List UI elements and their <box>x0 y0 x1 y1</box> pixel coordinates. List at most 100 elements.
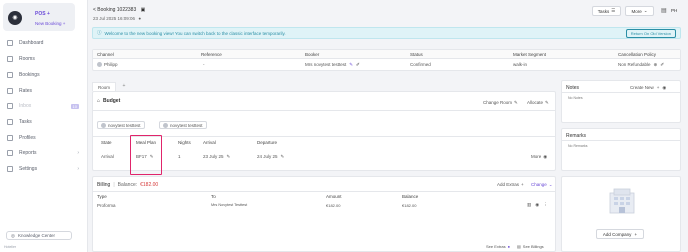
new-booking-link[interactable]: New Booking + <box>35 21 65 26</box>
change-button[interactable]: Change ⌄ <box>531 182 553 188</box>
guest-chip[interactable]: novytest testtest <box>97 121 145 129</box>
departure-cell[interactable]: 24 July 25 ✎ <box>257 154 284 160</box>
user-icon <box>163 122 168 128</box>
header-cancellation-policy: Cancellation Policy <box>618 52 657 57</box>
bed-icon <box>7 56 13 62</box>
header-to: To <box>211 194 216 199</box>
info-banner: ⓘ Welcome to the new booking view! You c… <box>92 27 681 39</box>
divider <box>93 136 555 137</box>
sidebar-item-label: Inbox <box>19 103 32 109</box>
sidebar-item-label: Profiles <box>19 135 36 141</box>
remarks-panel: Remarks No Remarks <box>561 128 681 171</box>
booking-title[interactable]: < Booking 1022383 ▣ <box>93 7 145 13</box>
notes-title: Notes <box>566 85 580 91</box>
billing-panel: Billing | Balance: €182.00 Add Extras + C… <box>92 176 556 252</box>
sidebar-item-bookings[interactable]: Bookings <box>7 70 79 80</box>
edit-icon[interactable]: ✐ <box>356 62 360 68</box>
guest-chip[interactable]: novytest testtest <box>159 121 207 129</box>
header-market-segment: Market Segment <box>513 52 547 57</box>
edit-icon: ✎ <box>545 100 549 105</box>
sidebar-item-rooms[interactable]: Rooms <box>7 54 79 64</box>
brand-logo: ◉ <box>8 11 22 25</box>
sidebar-item-rates[interactable]: Rates <box>7 86 79 96</box>
edit-icon[interactable]: ✎ <box>227 154 231 160</box>
edit-icon[interactable]: ✎ <box>281 154 285 160</box>
chevron-right-icon: › <box>77 166 79 172</box>
tasks-button[interactable]: Tasks ☰ <box>592 6 621 16</box>
list-icon: ● <box>507 244 510 249</box>
footer-text: Hotelier <box>4 245 17 249</box>
eye-icon[interactable]: ◉ <box>662 85 666 91</box>
header-amount: Amount <box>326 194 342 199</box>
see-billings-button[interactable]: ▤ See Billings <box>517 244 544 249</box>
check-icon <box>7 119 13 125</box>
budget-label: ⌂ Budget <box>97 98 121 104</box>
sidebar-item-reports[interactable]: Reports › <box>7 148 79 158</box>
notes-panel: Notes Create New + ◉ No Notes <box>561 80 681 123</box>
allocate-button[interactable]: Allocate ✎ <box>527 100 549 106</box>
header-booker: Booker <box>305 52 320 57</box>
header-channel: Channel <box>97 52 114 57</box>
channel-cell: Philipp <box>97 62 118 67</box>
eye-icon[interactable]: ◉ <box>535 202 539 208</box>
notes-empty: No Notes <box>568 96 583 100</box>
inbox-badge: 10 <box>70 103 79 109</box>
gear-icon <box>7 166 13 172</box>
tab-room[interactable]: Room <box>92 82 116 91</box>
sidebar-item-label: Reports <box>19 150 37 156</box>
more-vertical-icon[interactable]: ⋮ <box>543 202 548 208</box>
divider <box>93 110 555 111</box>
header-reference: Reference <box>201 52 222 57</box>
add-extras-button[interactable]: Add Extras + <box>497 182 524 187</box>
knowledge-center-button[interactable]: ◎ Knowledge Center <box>6 231 72 240</box>
brand-card: ◉ POS + New Booking + <box>3 3 75 31</box>
create-note-button[interactable]: Create New + ◉ <box>630 85 666 91</box>
help-icon: ◎ <box>11 232 15 238</box>
plus-icon: + <box>521 182 524 187</box>
copy-icon[interactable]: ▣ <box>141 7 146 13</box>
print-icon[interactable]: ▥ <box>527 202 531 208</box>
user-icon <box>7 135 13 141</box>
sidebar-item-label: Rates <box>19 88 33 94</box>
chevron-down-icon: ⌄ <box>548 182 553 187</box>
change-room-button[interactable]: Change Room ✎ <box>483 100 518 106</box>
plus-icon: + <box>656 85 660 90</box>
sidebar-item-profiles[interactable]: Profiles <box>7 133 79 143</box>
sidebar-item-dashboard[interactable]: Dashboard <box>7 38 79 48</box>
header-balance: Balance <box>402 194 419 199</box>
building-illustration <box>609 188 635 214</box>
sidebar-item-tasks[interactable]: Tasks <box>7 117 79 127</box>
market-segment-cell: walk-in <box>513 62 528 67</box>
document-icon[interactable]: ▤ <box>661 7 667 14</box>
add-company-button[interactable]: Add Company + <box>596 229 644 239</box>
user-icon <box>101 122 106 128</box>
more-button[interactable]: More ⌄ <box>625 6 654 16</box>
add-room-tab[interactable]: + <box>118 82 130 91</box>
sidebar-item-inbox[interactable]: Inbox 10 <box>7 101 79 111</box>
add-icon[interactable]: ⊕ <box>654 62 658 68</box>
grid-icon <box>7 40 13 46</box>
more-room-button[interactable]: More ◉ <box>531 154 547 160</box>
header-state: State <box>101 140 112 145</box>
link-icon[interactable]: ✎ <box>349 62 353 68</box>
sidebar-item-label: Rooms <box>19 56 35 62</box>
arrival-cell[interactable]: 23 July 25 ✎ <box>203 154 230 160</box>
sidebar: ◉ POS + New Booking + Dashboard Rooms Bo… <box>0 0 88 252</box>
sidebar-item-settings[interactable]: Settings › <box>7 164 79 174</box>
user-initials[interactable]: PH <box>671 8 677 13</box>
booker-cell: Mrs novytest testtest ✎ ✐ <box>305 62 360 68</box>
plus-icon: + <box>634 231 638 237</box>
divider <box>562 92 680 93</box>
sidebar-item-label: Settings <box>19 166 38 172</box>
nights-cell: 1 <box>178 154 181 159</box>
divider <box>93 191 555 192</box>
return-old-version-button[interactable]: Return On Old Version <box>625 28 676 38</box>
type-cell: Proforma <box>97 203 116 208</box>
pos-link[interactable]: POS + <box>35 11 50 17</box>
chevron-right-icon: › <box>77 150 79 156</box>
balance-value: €182.00 <box>140 182 159 188</box>
edit-icon[interactable]: ✐ <box>660 62 664 68</box>
see-extras-button[interactable]: See Extras ● <box>486 244 510 249</box>
chevron-down-icon: ⌄ <box>643 8 648 13</box>
channel-avatar <box>97 62 102 67</box>
